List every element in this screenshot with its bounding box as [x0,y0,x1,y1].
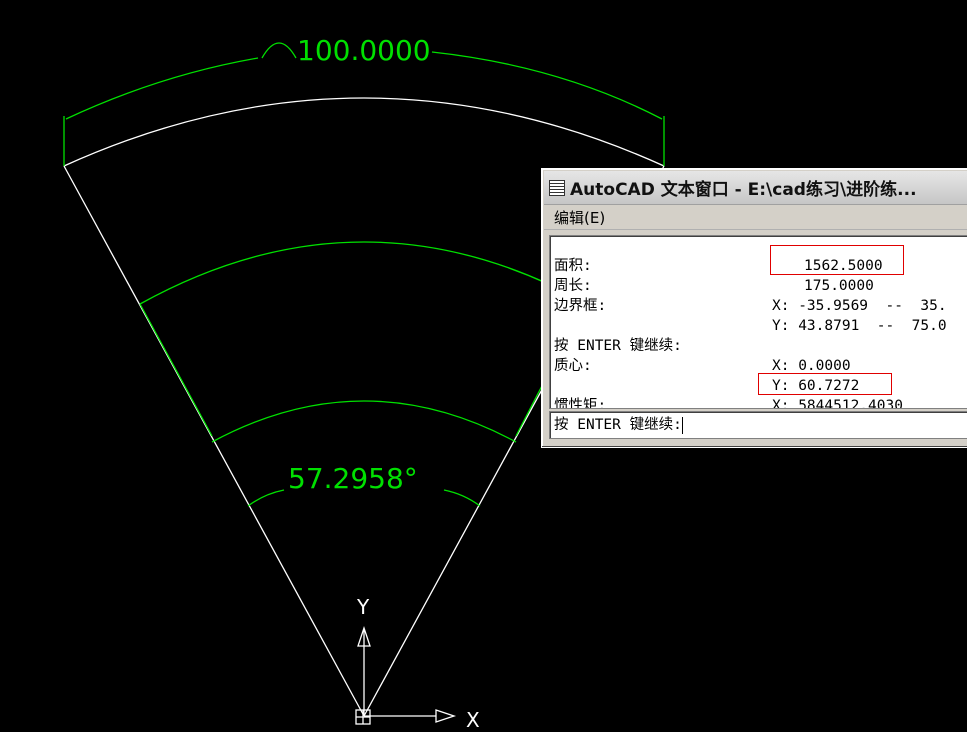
centroid-y-highlight-box [758,373,892,395]
history-line: 周长: 175.0000 [554,276,967,296]
history-label: 周长: [554,278,592,294]
history-value: X: 5844512.4030 [772,398,903,409]
autocad-text-window[interactable]: AutoCAD 文本窗口 - E:\cad练习\进阶练... 编辑(E) 面积:… [541,168,967,448]
text-history-pane[interactable]: 面积: 1562.5000 周长: 175.0000 边界框: X: -35.9… [549,235,967,409]
text-caret [681,416,683,434]
history-line: 边界框: X: -35.9569 -- 35. [554,296,967,316]
angle-dim-arc-left [247,489,285,507]
history-label: 惯性矩: [554,398,607,409]
ucs-x-label: X [466,708,480,732]
history-line: Y: 43.8791 -- 75.0 [554,316,967,336]
history-label: 质心: [554,358,592,374]
history-value: X: -35.9569 -- 35. [772,298,947,314]
command-prompt-text: 按 ENTER 键继续: [554,417,682,433]
text-window-title: AutoCAD 文本窗口 - E:\cad练习\进阶练... [570,180,917,200]
history-label: 面积: [554,258,592,274]
area-highlight-box [770,245,904,275]
history-value: Y: 43.8791 -- 75.0 [772,318,947,334]
arc-length-symbol-icon [261,42,297,59]
ucs-y-label: Y [356,595,370,619]
text-window-icon[interactable] [549,179,565,196]
angular-dimension-text: 57.2958° [288,462,418,495]
text-window-menubar: 编辑(E) [544,205,967,230]
history-label: 边界框: [554,298,607,314]
history-line: 面积: 1562.5000 [554,256,967,276]
arc-dim-line-right [431,51,663,120]
sector-outer-arc [63,97,665,167]
inner-arc-upper [139,241,589,305]
menu-edit[interactable]: 编辑(E) [554,207,605,228]
arc-dim-line-left [65,57,259,120]
green-overlay-left [139,303,213,437]
angle-dim-arc-right [443,489,481,507]
linear-dimension-text: 100.0000 [297,34,431,67]
command-line-input[interactable]: 按 ENTER 键继续: [549,411,967,439]
history-line: 惯性矩: X: 5844512.4030 [554,396,967,409]
history-line: 按 ENTER 键继续: [554,336,967,356]
history-label: 按 ENTER 键继续: [554,338,682,354]
ucs-icon [355,625,457,725]
inner-arc-lower [211,400,517,443]
history-value: 175.0000 [804,278,874,294]
text-window-titlebar[interactable]: AutoCAD 文本窗口 - E:\cad练习\进阶练... [544,171,967,205]
